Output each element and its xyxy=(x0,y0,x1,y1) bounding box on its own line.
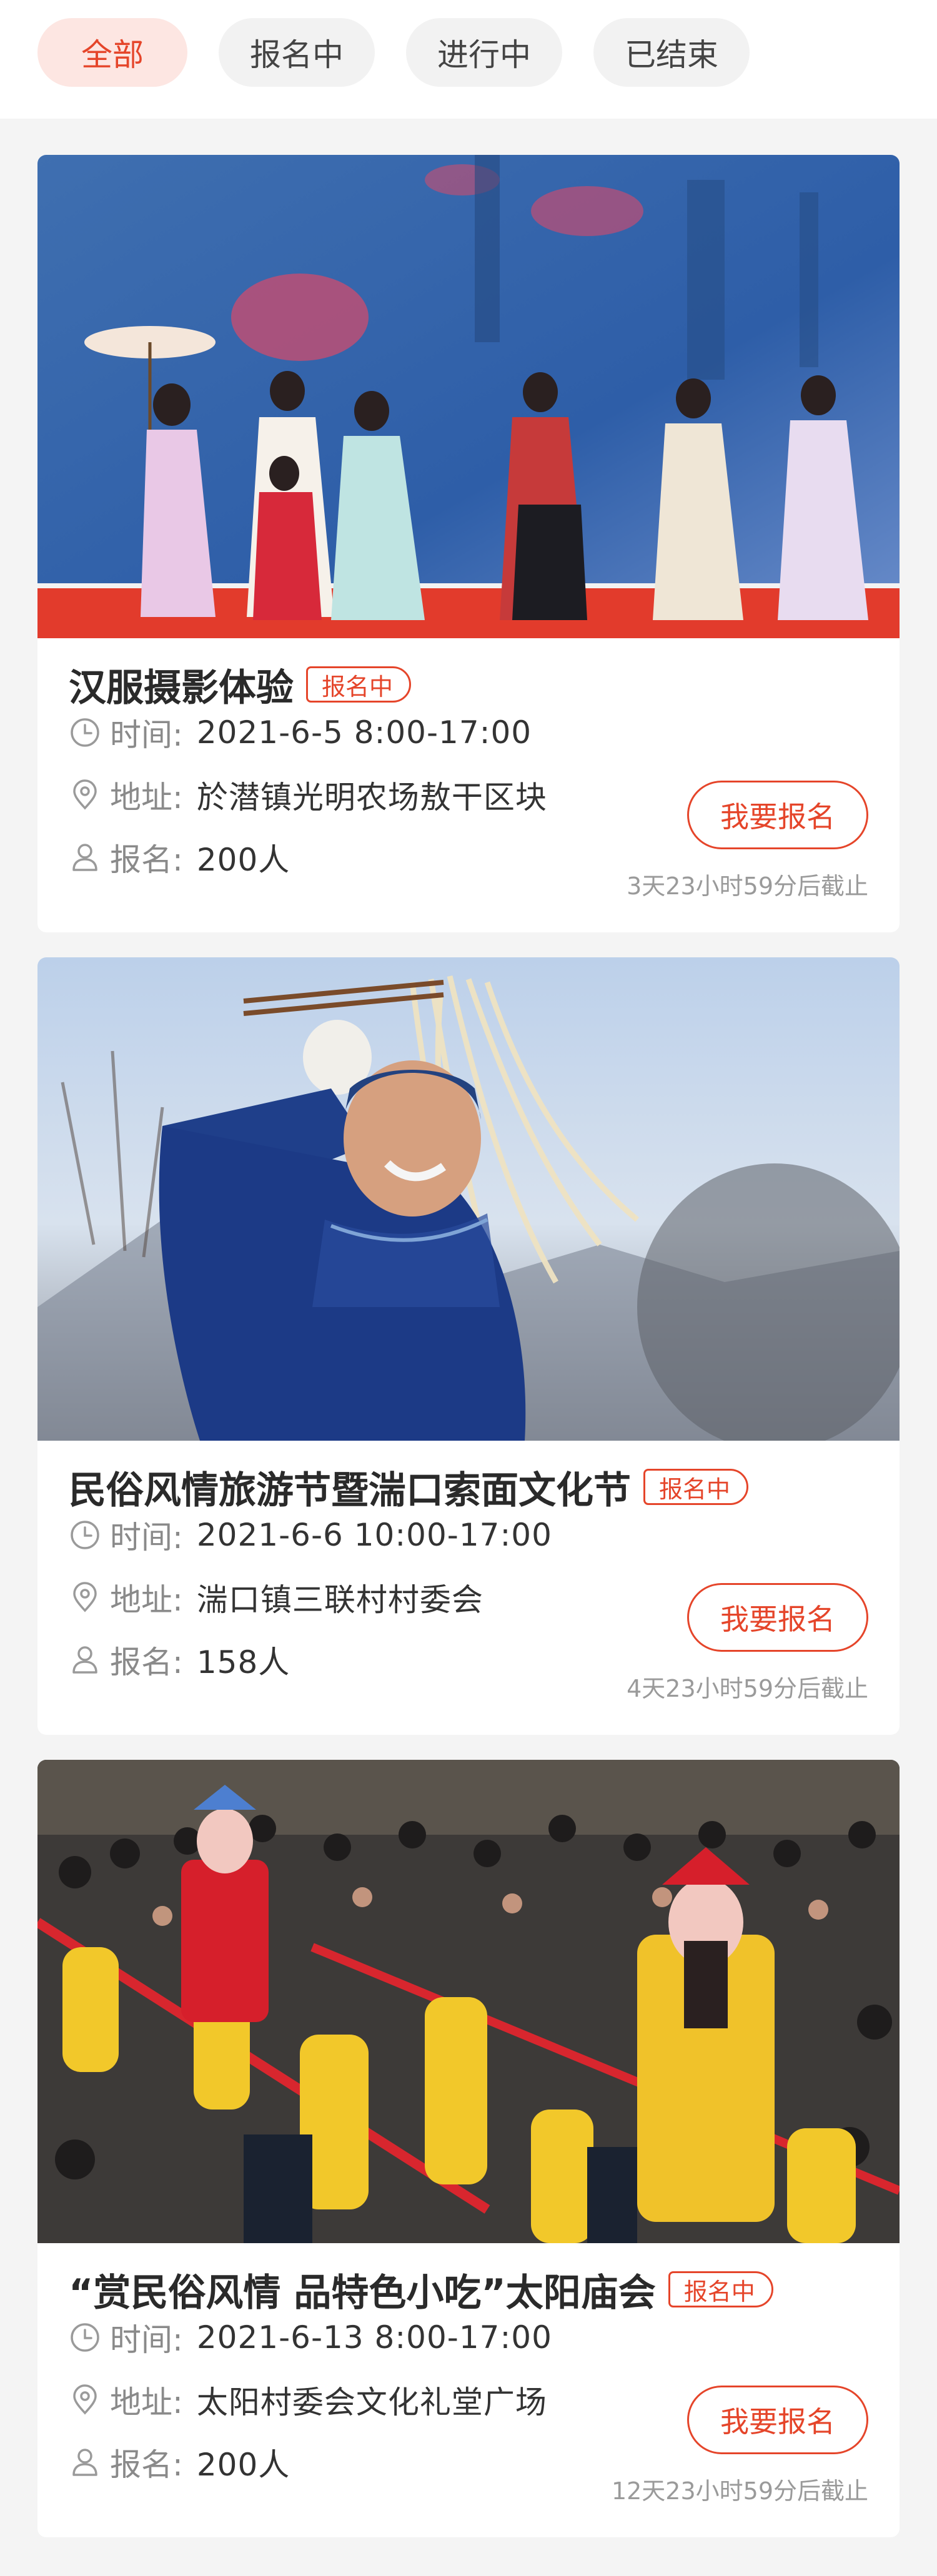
event-title: 民俗风情旅游节暨湍口索面文化节 xyxy=(69,1468,631,1513)
event-address: 於潜镇光明农场敖干区块 xyxy=(196,779,547,816)
location-pin-icon xyxy=(73,1582,97,1612)
event-card[interactable]: 汉服摄影体验 报名中 时间: 2021-6-5 8:00-17:00 地址: 於… xyxy=(37,155,900,932)
event-time-row: 时间: 2021-6-5 8:00-17:00 xyxy=(69,711,532,754)
event-title: 汉服摄影体验 xyxy=(69,666,294,710)
status-badge: 报名中 xyxy=(306,666,412,703)
event-photo-hanfu[interactable] xyxy=(37,155,900,638)
event-signup-row: 报名: 158人 xyxy=(69,1638,290,1682)
event-photo-temple-fair[interactable] xyxy=(37,1760,900,2243)
address-label: 地址: xyxy=(110,1582,183,1618)
status-badge: 报名中 xyxy=(643,1469,749,1505)
status-badge: 报名中 xyxy=(668,2271,773,2307)
tab-all[interactable]: 全部 xyxy=(37,18,187,87)
event-address: 太阳村委会文化礼堂广场 xyxy=(196,2384,547,2421)
event-address: 湍口镇三联村村委会 xyxy=(196,1582,483,1618)
event-address-row: 地址: 於潜镇光明农场敖干区块 xyxy=(69,773,547,817)
event-time: 2021-6-5 8:00-17:00 xyxy=(196,714,532,751)
signup-count: 200人 xyxy=(196,842,290,878)
event-time: 2021-6-6 10:00-17:00 xyxy=(196,1517,552,1553)
event-time: 2021-6-13 8:00-17:00 xyxy=(196,2319,552,2356)
deadline-countdown: 12天23小时59分后截止 xyxy=(611,2477,868,2505)
event-address-row: 地址: 太阳村委会文化礼堂广场 xyxy=(69,2378,547,2422)
signup-count: 158人 xyxy=(196,1644,290,1680)
location-pin-icon xyxy=(73,2384,97,2415)
event-time-row: 时间: 2021-6-13 8:00-17:00 xyxy=(69,2316,552,2359)
time-label: 时间: xyxy=(110,2322,183,2358)
event-title-row: “赏民俗风情 品特色小吃”太阳庙会 报名中 xyxy=(69,2264,773,2315)
signup-button[interactable]: 我要报名 xyxy=(687,1583,868,1652)
event-photo-noodle-festival[interactable] xyxy=(37,957,900,1441)
clock-icon xyxy=(71,1521,99,1549)
deadline-countdown: 3天23小时59分后截止 xyxy=(627,872,868,900)
signup-count: 200人 xyxy=(196,2447,290,2483)
event-title-row: 民俗风情旅游节暨湍口索面文化节 报名中 xyxy=(69,1462,749,1513)
clock-icon xyxy=(71,718,99,747)
event-title-row: 汉服摄影体验 报名中 xyxy=(69,659,412,710)
time-label: 时间: xyxy=(110,717,183,753)
person-icon xyxy=(72,2449,97,2476)
event-card[interactable]: “赏民俗风情 品特色小吃”太阳庙会 报名中 时间: 2021-6-13 8:00… xyxy=(37,1760,900,2537)
signup-label: 报名: xyxy=(110,2447,183,2483)
person-icon xyxy=(72,844,97,871)
event-signup-row: 报名: 200人 xyxy=(69,836,290,879)
time-label: 时间: xyxy=(110,1519,183,1556)
location-pin-icon xyxy=(73,779,97,810)
event-signup-row: 报名: 200人 xyxy=(69,2440,290,2484)
tab-ended[interactable]: 已结束 xyxy=(593,18,750,87)
address-label: 地址: xyxy=(110,779,183,816)
signup-label: 报名: xyxy=(110,842,183,878)
signup-button[interactable]: 我要报名 xyxy=(687,2386,868,2454)
tab-in-progress[interactable]: 进行中 xyxy=(406,18,562,87)
signup-button[interactable]: 我要报名 xyxy=(687,781,868,849)
event-card[interactable]: 民俗风情旅游节暨湍口索面文化节 报名中 时间: 2021-6-6 10:00-1… xyxy=(37,957,900,1735)
deadline-countdown: 4天23小时59分后截止 xyxy=(627,1675,868,1702)
event-title: “赏民俗风情 品特色小吃”太阳庙会 xyxy=(69,2271,656,2315)
event-time-row: 时间: 2021-6-6 10:00-17:00 xyxy=(69,1513,552,1557)
clock-icon xyxy=(71,2323,99,2352)
person-icon xyxy=(72,1646,97,1674)
address-label: 地址: xyxy=(110,2384,183,2421)
signup-label: 报名: xyxy=(110,1644,183,1680)
event-address-row: 地址: 湍口镇三联村村委会 xyxy=(69,1576,483,1619)
filter-tab-bar: 全部 报名中 进行中 已结束 xyxy=(0,0,937,119)
tab-signing-up[interactable]: 报名中 xyxy=(219,18,375,87)
